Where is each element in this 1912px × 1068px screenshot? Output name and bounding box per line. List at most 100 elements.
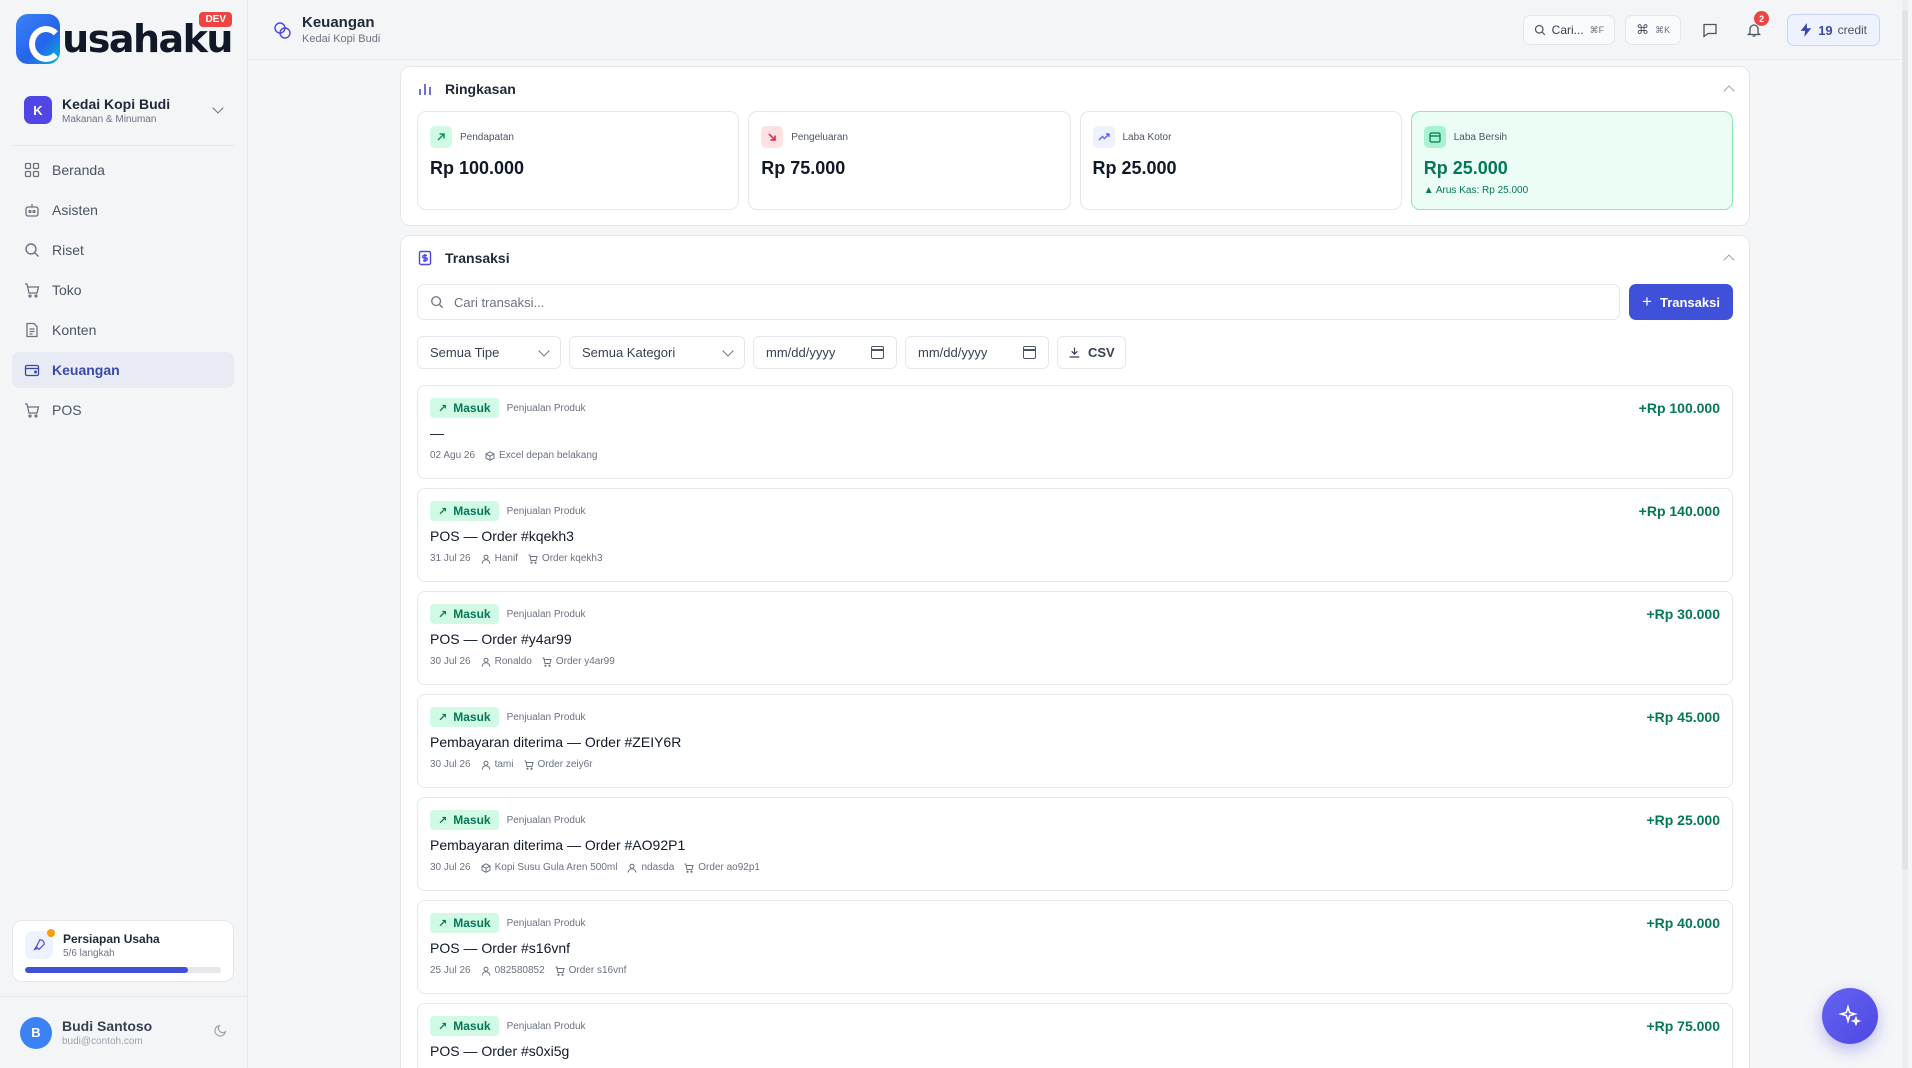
- income-badge-label: Masuk: [453, 916, 491, 930]
- command-icon: ⌘: [1636, 22, 1650, 37]
- notifications-button[interactable]: 2: [1739, 11, 1770, 45]
- cart-icon: [542, 657, 556, 667]
- transaction-date: 25 Jul 26: [430, 965, 471, 976]
- transaction-meta: Order kqekh3: [528, 553, 603, 564]
- add-transaction-button[interactable]: + Transaksi: [1629, 284, 1733, 320]
- transaction-category: Penjualan Produk: [506, 814, 586, 826]
- scrollbar-thumb[interactable]: [1902, 10, 1908, 870]
- sidebar-item-toko[interactable]: Toko: [12, 272, 234, 308]
- stat-label: Laba Bersih: [1453, 131, 1508, 143]
- type-filter-select[interactable]: Semua Tipe: [417, 336, 561, 369]
- transaction-search-input[interactable]: Cari transaksi...: [417, 284, 1620, 320]
- transaction-amount: +Rp 40.000: [1646, 915, 1720, 931]
- arrow-up-right-icon: ↗: [438, 814, 448, 827]
- sidebar-item-beranda[interactable]: Beranda: [12, 152, 234, 188]
- sidebar-item-riset[interactable]: Riset: [12, 232, 234, 268]
- workspace-avatar: K: [24, 96, 52, 124]
- ai-assistant-fab[interactable]: [1822, 988, 1878, 1044]
- arrow-down-right-icon: [761, 126, 784, 148]
- export-csv-label: CSV: [1088, 345, 1115, 360]
- chevron-up-icon[interactable]: [1723, 254, 1735, 266]
- stat-card-laba-kotor: Laba Kotor Rp 25.000: [1079, 111, 1402, 210]
- date-from-placeholder: mm/dd/yyyy: [766, 345, 836, 360]
- income-badge-label: Masuk: [453, 1019, 491, 1033]
- document-icon: [24, 322, 40, 338]
- user-profile[interactable]: B Budi Santoso budi@contoh.com: [0, 996, 248, 1068]
- messages-button[interactable]: [1695, 15, 1725, 45]
- logo-mark-icon: [16, 14, 64, 64]
- transaction-row[interactable]: ↗ Masuk Penjualan Produk +Rp 40.000 POS —…: [417, 900, 1733, 994]
- dev-badge: DEV: [199, 12, 232, 27]
- transactions-header[interactable]: Transaksi: [401, 236, 1749, 280]
- command-palette-button[interactable]: ⌘ ⌘K: [1625, 15, 1682, 45]
- transaction-meta: Kopi Susu Gula Aren 500ml: [481, 862, 617, 873]
- transaction-meta: ndasda: [627, 862, 674, 873]
- transaction-category: Penjualan Produk: [506, 711, 586, 723]
- workspace-category: Makanan & Minuman: [62, 113, 157, 125]
- summary-header[interactable]: Ringkasan: [401, 67, 1749, 111]
- transaction-row[interactable]: ↗ Masuk Penjualan Produk +Rp 25.000 Pemba…: [417, 797, 1733, 891]
- transaction-amount: +Rp 45.000: [1646, 709, 1720, 725]
- credit-label: credit: [1837, 23, 1867, 37]
- chevron-up-icon[interactable]: [1723, 85, 1735, 97]
- stat-label: Pengeluaran: [791, 131, 848, 143]
- sidebar-item-asisten[interactable]: Asisten: [12, 192, 234, 228]
- transaction-meta-text: ndasda: [641, 862, 675, 873]
- transaction-row[interactable]: ↗ Masuk Penjualan Produk +Rp 45.000 Pemba…: [417, 694, 1733, 788]
- user-icon: [481, 966, 495, 976]
- search-icon: [24, 242, 40, 258]
- global-search-button[interactable]: Cari... ⌘F: [1522, 15, 1616, 45]
- transaction-amount: +Rp 30.000: [1646, 606, 1720, 622]
- coins-icon: [274, 21, 291, 39]
- credit-button[interactable]: 19 credit: [1787, 14, 1880, 46]
- transaction-meta-text: Order y4ar99: [555, 656, 615, 667]
- page-scrollbar[interactable]: [1902, 0, 1908, 1068]
- sidebar-item-konten[interactable]: Konten: [12, 312, 234, 348]
- workspace-switcher[interactable]: K Kedai Kopi Budi Makanan & Minuman: [12, 86, 234, 134]
- search-placeholder: Cari transaksi...: [454, 294, 545, 310]
- income-badge-label: Masuk: [453, 710, 491, 724]
- calendar-icon[interactable]: [1023, 346, 1036, 359]
- transaction-category: Penjualan Produk: [506, 917, 586, 929]
- calendar-icon[interactable]: [871, 346, 884, 359]
- receipt-icon: [418, 250, 432, 266]
- sidebar-item-pos[interactable]: POS: [12, 392, 234, 428]
- transaction-meta-row: 30 Jul 26 Kopi Susu Gula Aren 500ml ndasda…: [430, 862, 1720, 873]
- sidebar-item-keuangan[interactable]: Keuangan: [12, 352, 234, 388]
- wallet-icon: [1423, 126, 1446, 148]
- transaction-row[interactable]: ↗ Masuk Penjualan Produk +Rp 75.000 POS —…: [417, 1003, 1733, 1068]
- income-badge: ↗ Masuk: [430, 913, 499, 933]
- transaction-row[interactable]: ↗ Masuk Penjualan Produk +Rp 100.000 — 02…: [417, 385, 1733, 479]
- brand-logo[interactable]: usahaku DEV: [16, 12, 233, 66]
- transaction-amount: +Rp 140.000: [1638, 503, 1720, 519]
- income-badge: ↗ Masuk: [430, 1016, 499, 1036]
- transaction-date: 30 Jul 26: [430, 759, 471, 770]
- theme-toggle-moon-icon[interactable]: [214, 1023, 228, 1042]
- search-icon: [1534, 24, 1545, 36]
- command-shortcut: ⌘K: [1655, 24, 1671, 35]
- setup-steps: 5/6 langkah: [63, 947, 115, 959]
- category-filter-select[interactable]: Semua Kategori: [569, 336, 745, 369]
- add-transaction-label: Transaksi: [1659, 294, 1720, 310]
- stat-card-pengeluaran: Pengeluaran Rp 75.000: [748, 111, 1071, 210]
- user-name: Budi Santoso: [62, 1018, 153, 1034]
- trending-up-icon: [1092, 126, 1115, 148]
- date-from-input[interactable]: mm/dd/yyyy: [753, 336, 897, 369]
- transaction-row[interactable]: ↗ Masuk Penjualan Produk +Rp 30.000 POS —…: [417, 591, 1733, 685]
- sidebar-nav: Beranda Asisten Riset Toko Konten Keuang…: [12, 152, 234, 432]
- sidebar-item-label: Beranda: [52, 162, 105, 178]
- transaction-row[interactable]: ↗ Masuk Penjualan Produk +Rp 140.000 POS …: [417, 488, 1733, 582]
- cart-icon: [524, 760, 538, 770]
- income-badge: ↗ Masuk: [430, 707, 499, 727]
- date-to-input[interactable]: mm/dd/yyyy: [905, 336, 1049, 369]
- transaction-category: Penjualan Produk: [506, 402, 586, 414]
- workspace-name: Kedai Kopi Budi: [62, 95, 171, 112]
- setup-progress-card[interactable]: Persiapan Usaha 5/6 langkah: [12, 920, 234, 982]
- message-icon: [1703, 23, 1717, 38]
- transaction-title: Pembayaran diterima — Order #AO92P1: [430, 837, 686, 853]
- stat-value: Rp 25.000: [1092, 158, 1177, 178]
- income-badge-label: Masuk: [453, 607, 491, 621]
- type-filter-value: Semua Tipe: [430, 345, 500, 360]
- export-csv-button[interactable]: CSV: [1057, 336, 1126, 369]
- page-title: Keuangan: [302, 14, 375, 31]
